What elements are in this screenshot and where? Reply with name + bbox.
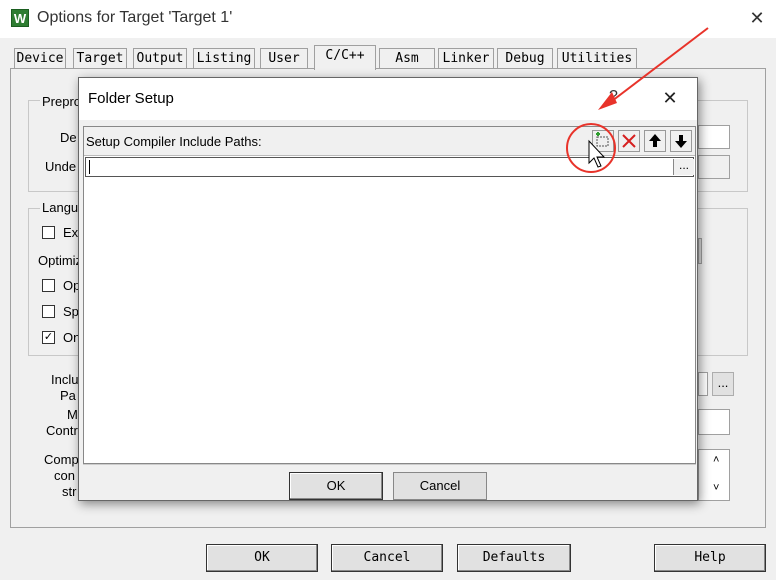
tab-device[interactable]: Device [14,48,66,68]
dialog-ok-button[interactable]: OK [289,472,383,500]
window-title: Options for Target 'Target 1' [37,9,233,26]
define-label: De [60,130,77,145]
dialog-cancel-button[interactable]: Cancel [393,472,487,500]
cancel-button[interactable]: Cancel [331,544,443,572]
ex-checkbox[interactable] [42,226,55,239]
on-checkbox[interactable]: ✓ [42,331,55,344]
tab-linker[interactable]: Linker [438,48,494,68]
compiler-control-string[interactable]: ˄ ˅ [698,449,730,501]
new-folder-icon[interactable] [592,130,614,152]
dialog-titlebar: Folder Setup ? ✕ [79,78,697,120]
help-button[interactable]: Help [654,544,766,572]
text-caret [89,160,90,174]
include-label: Inclu [51,372,79,387]
app-icon: W [11,9,29,27]
scroll-up-icon[interactable]: ˄ [713,454,719,466]
string-label: str [62,484,77,499]
dialog-close-icon[interactable]: ✕ [657,86,683,110]
tab-user[interactable]: User [260,48,308,68]
move-up-icon[interactable] [644,130,666,152]
tab-asm[interactable]: Asm [379,48,435,68]
main-titlebar: W Options for Target 'Target 1' ✕ [0,0,776,38]
tab-output[interactable]: Output [133,48,187,68]
tab-debug[interactable]: Debug [497,48,553,68]
misc-label: M [67,407,78,422]
tab-utilities[interactable]: Utilities [557,48,637,68]
help-icon[interactable]: ? [609,88,618,106]
language-label: Langu [40,200,81,215]
delete-icon[interactable] [618,130,640,152]
undefine-label: Unde [45,159,77,174]
control-label: con [54,468,75,483]
optimization-label: Optimiz [38,253,83,268]
defaults-button[interactable]: Defaults [457,544,571,572]
include-browse-button[interactable]: ... [712,372,734,396]
controls-label: Contr [46,423,78,438]
include-paths-field[interactable] [698,372,708,396]
undefine-field[interactable] [698,155,730,179]
preprocessor-label: Prepro [40,94,84,109]
browse-button[interactable]: ... [673,159,694,175]
folder-setup-dialog: Folder Setup ? ✕ Setup Compiler Include … [78,77,698,501]
dialog-title: Folder Setup [88,90,174,107]
close-icon[interactable]: ✕ [744,6,770,30]
list-header: Setup Compiler Include Paths: [84,127,695,156]
sp-checkbox[interactable] [42,305,55,318]
language-field-edge [698,238,702,264]
compiler-label: Comp [44,452,79,467]
path-edit-field[interactable]: ... [85,157,694,177]
ok-button[interactable]: OK [206,544,318,572]
include-paths-list[interactable]: Setup Compiler Include Paths: ... [83,126,696,464]
sp-label: Sp [63,304,79,319]
misc-controls-field[interactable] [698,409,730,435]
tab-listing[interactable]: Listing [193,48,255,68]
define-field[interactable] [698,125,730,149]
ex-label: Ex [63,225,79,240]
move-down-icon[interactable] [670,130,692,152]
scroll-down-icon[interactable]: ˅ [713,482,719,494]
list-header-label: Setup Compiler Include Paths: [86,134,262,149]
paths-label: Pa [60,388,76,403]
op-checkbox[interactable] [42,279,55,292]
dialog-footer-separator [83,464,696,465]
tab-target[interactable]: Target [73,48,127,68]
tab-c-cpp[interactable]: C/C++ [314,45,376,70]
